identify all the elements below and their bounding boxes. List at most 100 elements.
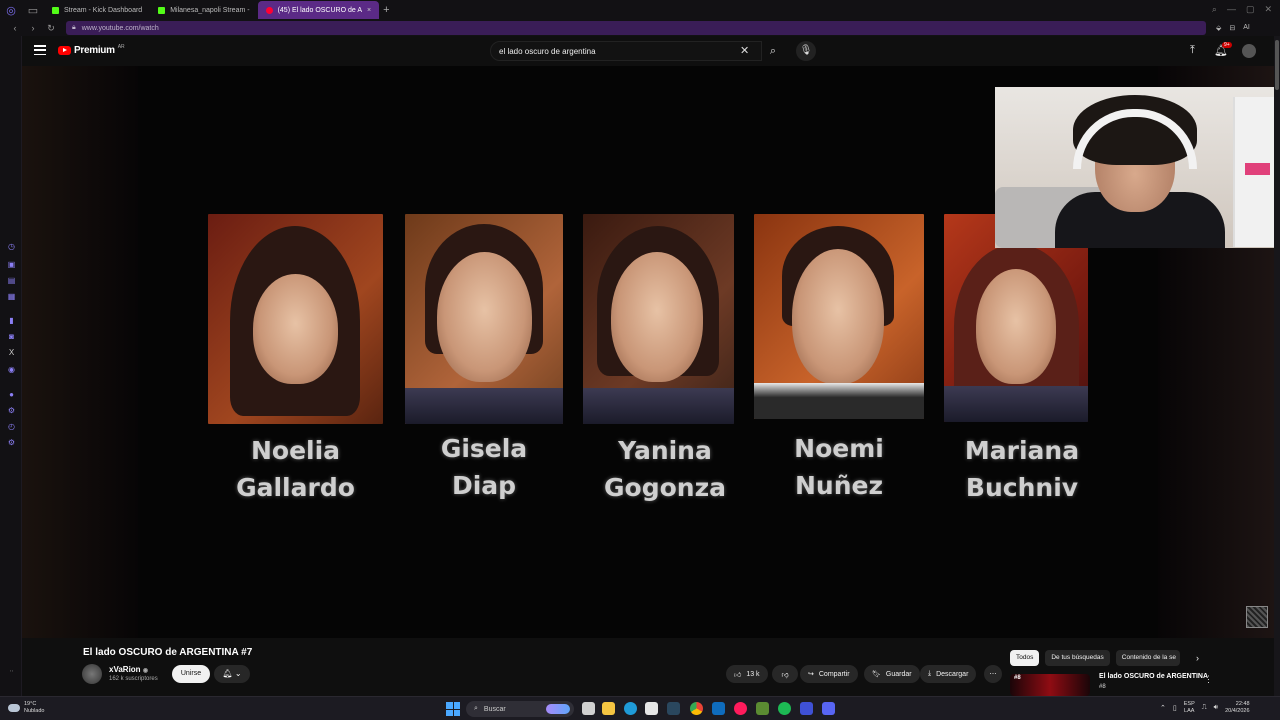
verified-icon: ◉ — [142, 668, 149, 674]
reader-icon[interactable]: ⊟ — [1229, 24, 1235, 32]
tab-label: (45) El lado OSCURO de A — [277, 6, 363, 14]
url-field[interactable]: 🔒︎ www.youtube.com/watch — [66, 21, 1206, 35]
tab-milanesa-stream[interactable]: Milanesa_napoli Stream - — [150, 1, 257, 19]
recommended-menu-icon[interactable]: ⋮ — [1204, 674, 1213, 685]
temperature: 19°C — [24, 701, 37, 707]
clock-icon[interactable]: ◴ — [7, 422, 16, 431]
clear-search-icon[interactable]: ✕ — [740, 44, 749, 57]
account-avatar[interactable] — [1242, 44, 1256, 58]
youtube-logo[interactable]: Premium AR — [58, 43, 125, 56]
video-edge-left — [22, 66, 138, 638]
edge-icon[interactable] — [624, 702, 637, 715]
dislike-button[interactable]: 👎︎ — [772, 665, 798, 683]
file-explorer-icon[interactable] — [602, 702, 615, 715]
chip-from-searches[interactable]: De tus búsquedas — [1045, 650, 1110, 666]
network-icon[interactable]: ⎍ — [1202, 704, 1207, 712]
upload-icon[interactable]: ⤒ — [1190, 44, 1195, 57]
opera-gx-icon[interactable] — [734, 702, 747, 715]
chip-series[interactable]: Contenido de la se — [1115, 650, 1180, 666]
back-icon[interactable]: ‹ — [8, 23, 22, 33]
steam-icon[interactable] — [667, 702, 680, 715]
task-view-icon[interactable] — [582, 702, 595, 715]
windows-start-icon[interactable] — [446, 702, 460, 716]
weather-widget[interactable]: 19°C Nublado — [8, 701, 45, 715]
mail-icon[interactable] — [712, 702, 725, 715]
more-actions-button[interactable]: ⋯ — [984, 665, 1002, 683]
maximize-icon[interactable]: ▢ — [1246, 4, 1255, 15]
history-icon[interactable]: ◷ — [7, 242, 16, 251]
recommended-title[interactable]: El lado OSCURO de ARGENTINA — [1099, 673, 1208, 680]
tray-app-icon[interactable]: ▯ — [1173, 704, 1177, 712]
close-window-icon[interactable]: ✕ — [1264, 4, 1272, 15]
victim-name-caption: Noelia Gallardo — [236, 436, 355, 502]
new-tab-button[interactable]: + — [383, 4, 389, 16]
taskbar-search[interactable]: ⌕ Buscar — [466, 701, 574, 717]
close-tab-icon[interactable]: × — [367, 7, 371, 14]
gamepad-icon[interactable]: ▦ — [7, 292, 16, 301]
tab-youtube-active[interactable]: (45) El lado OSCURO de A × — [257, 1, 380, 19]
extension-icon[interactable]: ⬙ — [1216, 24, 1221, 32]
like-button[interactable]: 👍︎ 13 k — [726, 665, 768, 683]
youtube-favicon-icon — [265, 6, 273, 14]
browser-sidebar: ◷ ▣ ▤ ▦ ▮ ◙ X ◉ ● ⚙ ◴ ⚙ ∙∙ — [0, 36, 22, 696]
share-button[interactable]: ↪ Compartir — [800, 665, 858, 683]
clock[interactable]: 22:48 20/4/2026 — [1225, 701, 1249, 715]
kick-favicon-icon — [52, 6, 59, 14]
join-button[interactable]: Unirse — [172, 665, 210, 683]
browser-logo-icon[interactable]: ◎ — [0, 0, 22, 20]
subscribed-bell-button[interactable]: 🔔︎ ⌄ — [214, 665, 250, 683]
instagram-icon[interactable]: ◙ — [7, 332, 16, 341]
minecraft-icon[interactable] — [756, 702, 769, 715]
wallet-icon[interactable]: ▤ — [7, 276, 16, 285]
messenger-icon[interactable]: ● — [7, 390, 16, 399]
forward-icon[interactable]: › — [26, 23, 40, 33]
discord-icon[interactable] — [822, 702, 835, 715]
reload-icon[interactable]: ↻ — [44, 23, 58, 34]
channel-name[interactable]: xVaRion ◉ — [109, 665, 148, 674]
channel-watermark-icon[interactable] — [1246, 606, 1268, 628]
tab-actions-icon[interactable]: ▭ — [22, 0, 44, 20]
minimize-icon[interactable]: — — [1227, 4, 1236, 15]
microphone-icon[interactable]: 🎙︎ — [796, 41, 816, 61]
volume-icon[interactable]: 🔊︎ — [1214, 704, 1218, 712]
address-bar-row: ‹ › ↻ 🔒︎ www.youtube.com/watch ⬙ ⊟ AI — [0, 20, 1280, 36]
channel-avatar[interactable] — [82, 664, 102, 684]
country-code: AR — [117, 43, 125, 50]
spotify-icon[interactable] — [778, 702, 791, 715]
search-input[interactable]: el lado oscuro de argentina — [490, 41, 762, 61]
system-tray: ⌃ ▯ ESP LAA ⎍ 🔊︎ 22:48 20/4/2026 — [1160, 701, 1250, 715]
settings-icon[interactable]: ⚙ — [7, 406, 16, 415]
victim-name-caption: Mariana Buchniv — [964, 436, 1080, 502]
windows-taskbar: 19°C Nublado ⌕ Buscar ⌃ ▯ ESP LAA ⎍ 🔊︎ 22… — [0, 696, 1280, 720]
discord-icon[interactable]: ◉ — [7, 365, 16, 374]
window-controls: ⌕ — ▢ ✕ — [1212, 4, 1272, 15]
tab-kick-dashboard[interactable]: Stream - Kick Dashboard — [44, 1, 150, 19]
thumbs-up-icon: 👍︎ — [734, 671, 742, 679]
youtube-brand: Premium — [74, 45, 115, 56]
x-icon[interactable]: X — [7, 348, 16, 357]
recommended-thumbnail[interactable] — [1010, 674, 1090, 696]
app-icon[interactable] — [800, 702, 813, 715]
search-icon[interactable]: ⌕ — [762, 41, 784, 61]
chrome-icon[interactable] — [690, 702, 703, 715]
hamburger-menu-icon[interactable] — [34, 44, 46, 56]
more-icon[interactable]: ∙∙ — [7, 666, 16, 675]
search-tabs-icon[interactable]: ⌕ — [1212, 4, 1217, 15]
twitch-icon[interactable]: ▮ — [7, 316, 16, 325]
address-bar-tools: ⬙ ⊟ AI — [1216, 24, 1250, 32]
chip-all[interactable]: Todos — [1010, 650, 1040, 666]
sidebar-gear-icon[interactable]: ⚙ — [7, 438, 16, 447]
download-button[interactable]: ⤓ Descargar — [920, 665, 977, 683]
chevron-right-icon[interactable]: › — [1196, 653, 1199, 663]
chevron-up-icon[interactable]: ⌃ — [1160, 704, 1166, 712]
lock-icon: 🔒︎ — [72, 24, 76, 31]
url-text: www.youtube.com/watch — [81, 24, 159, 32]
ai-button[interactable]: AI — [1243, 24, 1250, 32]
language-indicator[interactable]: ESP LAA — [1184, 701, 1195, 715]
portrait-photo — [583, 214, 734, 424]
save-button[interactable]: 🔖︎ Guardar — [864, 665, 920, 683]
bag-icon[interactable]: ▣ — [7, 260, 16, 269]
page-scrollbar[interactable] — [1274, 36, 1280, 696]
store-icon[interactable] — [645, 702, 658, 715]
filter-chips: Todos De tus búsquedas Contenido de la s… — [1010, 650, 1180, 666]
